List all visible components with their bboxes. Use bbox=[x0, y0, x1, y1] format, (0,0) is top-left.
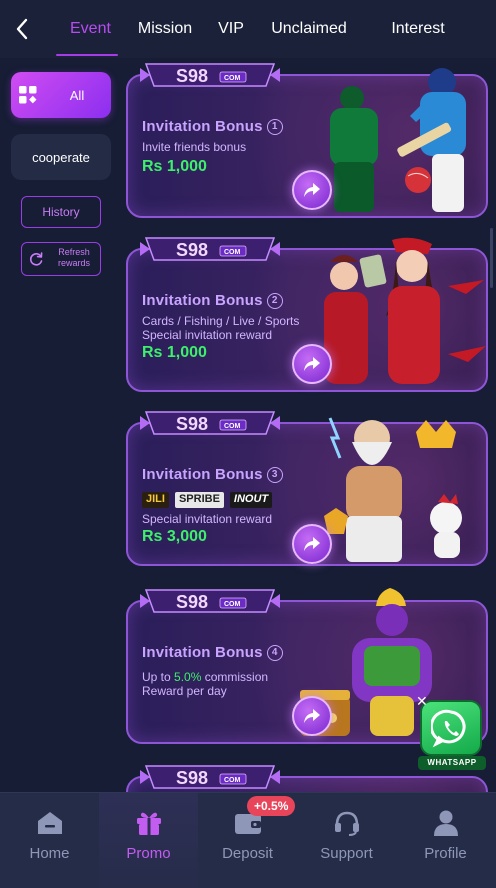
history-label: History bbox=[42, 205, 80, 219]
category-cooperate-label: cooperate bbox=[32, 149, 90, 165]
card-amount: Rs 1,000 bbox=[142, 344, 207, 361]
history-button[interactable]: History bbox=[21, 196, 101, 228]
promo-list: S98 COM Invitation Bonus 1 Invite friends… bbox=[122, 58, 496, 792]
cricket-players-artwork bbox=[330, 68, 466, 212]
home-icon bbox=[34, 807, 66, 839]
nav-promo[interactable]: Promo bbox=[99, 793, 198, 888]
svg-text:COM: COM bbox=[224, 75, 241, 82]
tab-vip[interactable]: VIP bbox=[212, 0, 250, 58]
provider-logos: JILI SPRIBE INOUT bbox=[142, 492, 273, 508]
nav-promo-label: Promo bbox=[126, 845, 171, 862]
whatsapp-float[interactable]: ✕ WHATSAPP bbox=[416, 694, 488, 774]
svg-text:COM: COM bbox=[224, 777, 241, 784]
tab-mission[interactable]: Mission bbox=[118, 0, 212, 58]
card-amount: Rs 1,000 bbox=[142, 158, 207, 175]
card-commission-line: Up to 5.0% commission bbox=[142, 670, 269, 684]
card-amount: Rs 3,000 bbox=[142, 528, 207, 545]
promo-card-invitation-2[interactable]: S98 COM Invitation Bonus 2 Cards / Fishin… bbox=[126, 234, 490, 392]
go-button[interactable] bbox=[292, 170, 332, 210]
category-sidebar: All cooperate History Refresh rewards bbox=[0, 58, 122, 792]
svg-text:COM: COM bbox=[224, 249, 241, 256]
svg-text:COM: COM bbox=[224, 423, 241, 430]
back-button[interactable] bbox=[8, 14, 36, 44]
s98-logo-badge: S98 COM bbox=[140, 411, 280, 435]
inout-logo: INOUT bbox=[229, 492, 273, 508]
deposit-bonus-badge: +0.5% bbox=[247, 796, 296, 816]
zeus-and-rooster-artwork bbox=[324, 417, 462, 562]
share-arrow-icon bbox=[304, 709, 320, 723]
svg-text:S98: S98 bbox=[176, 414, 208, 434]
go-button[interactable] bbox=[292, 524, 332, 564]
whatsapp-label: WHATSAPP bbox=[418, 756, 486, 770]
svg-text:COM: COM bbox=[224, 601, 241, 608]
refresh-rewards-label: Refresh rewards bbox=[57, 247, 90, 268]
whatsapp-close-icon[interactable]: ✕ bbox=[416, 694, 430, 708]
category-all-label: All bbox=[69, 87, 85, 103]
refresh-rewards-button[interactable]: Refresh rewards bbox=[21, 242, 101, 276]
pilot-girls-artwork bbox=[324, 237, 486, 384]
spribe-logo: SPRIBE bbox=[174, 492, 224, 508]
jili-logo: JILI bbox=[142, 492, 169, 508]
card-title: Invitation Bonus 1 bbox=[142, 118, 283, 135]
nav-home-label: Home bbox=[29, 845, 70, 862]
profile-icon bbox=[430, 807, 462, 839]
whatsapp-icon bbox=[431, 709, 466, 748]
top-bar: Event Mission VIP Unclaimed Interest bbox=[0, 0, 496, 58]
promo-screen: Event Mission VIP Unclaimed Interest All… bbox=[0, 0, 496, 888]
share-arrow-icon bbox=[304, 183, 320, 197]
card-title: Invitation Bonus 4 bbox=[142, 644, 283, 661]
tab-bar: Event Mission VIP Unclaimed Interest bbox=[56, 0, 468, 58]
whatsapp-tile[interactable] bbox=[420, 700, 482, 756]
go-button[interactable] bbox=[292, 696, 332, 736]
svg-text:S98: S98 bbox=[176, 240, 208, 260]
headset-icon bbox=[331, 807, 363, 839]
nav-support[interactable]: Support bbox=[297, 793, 396, 888]
svg-text:S98: S98 bbox=[176, 768, 208, 788]
share-arrow-icon bbox=[304, 357, 320, 371]
tab-interest[interactable]: Interest bbox=[368, 0, 468, 58]
nav-home[interactable]: Home bbox=[0, 793, 99, 888]
promo-card-invitation-1[interactable]: S98 COM Invitation Bonus 1 Invite friends… bbox=[126, 60, 490, 218]
s98-logo-badge: S98 COM bbox=[140, 237, 280, 261]
svg-text:S98: S98 bbox=[176, 66, 208, 86]
s98-logo-badge: S98 COM bbox=[140, 765, 280, 789]
nav-deposit-label: Deposit bbox=[222, 845, 273, 862]
card-subtitle: Invite friends bonus bbox=[142, 140, 247, 154]
tab-unclaimed[interactable]: Unclaimed bbox=[250, 0, 368, 58]
s98-logo-badge: S98 COM bbox=[140, 589, 280, 613]
promo-card-invitation-3[interactable]: S98 COM Invitation Bonus 3 JILI SPRIBE IN… bbox=[126, 408, 490, 566]
go-button[interactable] bbox=[292, 344, 332, 384]
grid-icon bbox=[19, 86, 37, 104]
svg-text:S98: S98 bbox=[176, 592, 208, 612]
tab-event[interactable]: Event bbox=[56, 0, 118, 58]
nav-profile-label: Profile bbox=[424, 845, 467, 862]
card-subtitle: Cards / Fishing / Live / Sports bbox=[142, 314, 300, 328]
card-subtitle: Reward per day bbox=[142, 684, 227, 698]
share-arrow-icon bbox=[304, 537, 320, 551]
nav-support-label: Support bbox=[320, 845, 373, 862]
gift-icon bbox=[133, 807, 165, 839]
s98-logo-badge: S98 COM bbox=[140, 63, 280, 87]
category-all-button[interactable]: All bbox=[11, 72, 111, 118]
card-subtitle: Special invitation reward bbox=[142, 512, 273, 526]
refresh-icon bbox=[30, 252, 43, 266]
card-title: Invitation Bonus 3 bbox=[142, 466, 283, 483]
card-subtitle-2: Special invitation reward bbox=[142, 328, 273, 342]
scrollbar[interactable] bbox=[490, 228, 493, 288]
category-cooperate-button[interactable]: cooperate bbox=[11, 134, 111, 180]
card-title: Invitation Bonus 2 bbox=[142, 292, 283, 309]
nav-profile[interactable]: Profile bbox=[396, 793, 495, 888]
chevron-left-icon bbox=[16, 18, 28, 40]
